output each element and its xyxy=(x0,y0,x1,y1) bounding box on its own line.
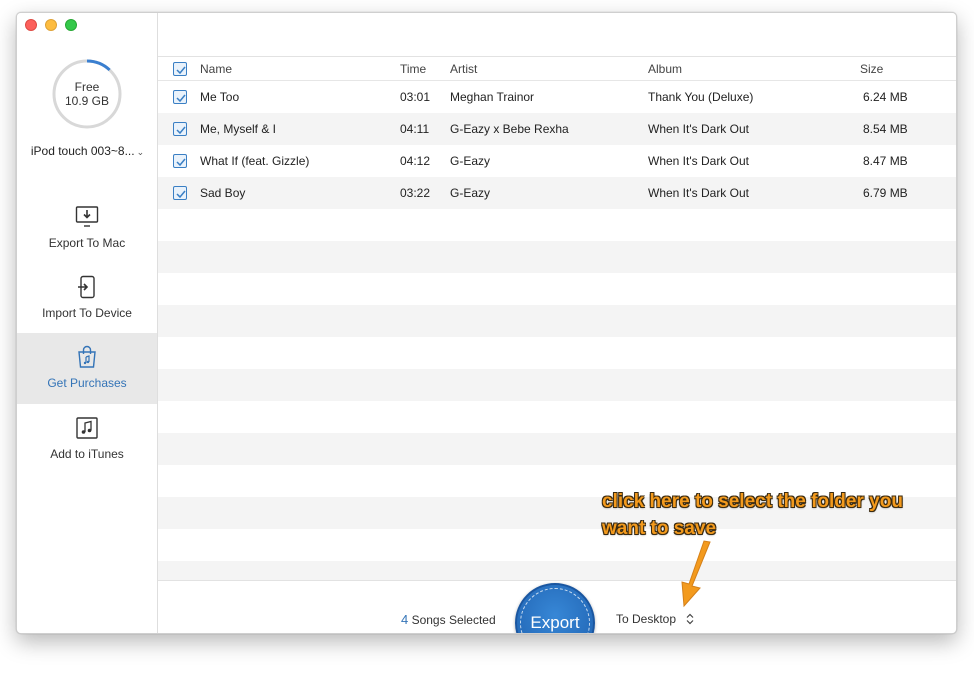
cell-album: Thank You (Deluxe) xyxy=(648,90,754,104)
cell-album: When It's Dark Out xyxy=(648,154,749,168)
cell-size: 8.54 MB xyxy=(863,122,908,136)
close-window-button[interactable] xyxy=(25,19,37,31)
nav-label: Export To Mac xyxy=(48,236,126,250)
checkmark-icon xyxy=(176,66,186,75)
table-row[interactable]: Sad Boy 03:22 G-Eazy When It's Dark Out 6.79… xyxy=(158,177,956,209)
window-controls xyxy=(25,19,77,31)
destination-selector[interactable]: To Desktop xyxy=(616,612,694,626)
cell-size: 8.47 MB xyxy=(863,154,908,168)
row-checkbox[interactable] xyxy=(173,81,189,113)
cell-size: 6.79 MB xyxy=(863,186,908,200)
cell-artist: Meghan Trainor xyxy=(450,90,535,104)
select-all-checkbox[interactable] xyxy=(173,57,189,81)
storage-capacity: 10.9 GB xyxy=(64,94,110,108)
empty-row xyxy=(158,433,956,465)
cell-time: 04:12 xyxy=(400,154,431,168)
cell-album: When It's Dark Out xyxy=(648,122,749,136)
sidebar: Free 10.9 GB iPod touch 003~8... ⌄ Export… xyxy=(17,13,158,633)
column-header-name[interactable]: Name xyxy=(200,57,232,81)
cell-time: 03:22 xyxy=(400,186,431,200)
instruction-callout: click here to select the folder you want… xyxy=(602,488,952,542)
storage-indicator: Free 10.9 GB xyxy=(52,59,122,129)
zoom-window-button[interactable] xyxy=(65,19,77,31)
monitor-download-icon xyxy=(75,206,99,227)
shopping-bag-icon xyxy=(78,345,96,368)
up-down-chevron-icon xyxy=(686,613,694,625)
cell-name: Sad Boy xyxy=(200,186,246,200)
top-toolbar xyxy=(158,13,956,57)
row-checkbox[interactable] xyxy=(173,145,189,177)
nav-label: Add to iTunes xyxy=(50,447,124,461)
table-row[interactable]: Me, Myself & I 04:11 G-Eazy x Bebe Rexha Wh… xyxy=(158,113,956,145)
nav-label: Get Purchases xyxy=(47,376,127,390)
cell-artist: G-Eazy xyxy=(450,186,491,200)
storage-free-label: Free xyxy=(74,80,100,94)
empty-row xyxy=(158,369,956,401)
export-button[interactable]: Export xyxy=(515,583,595,633)
device-name: iPod touch 003~8... xyxy=(30,144,135,158)
empty-row xyxy=(158,209,956,241)
column-header-artist[interactable]: Artist xyxy=(450,57,477,81)
nav-label: Import To Device xyxy=(42,306,132,320)
selected-label: Songs Selected xyxy=(411,613,496,627)
nav-export-to-mac[interactable]: Export To Mac xyxy=(17,193,157,264)
cell-size: 6.24 MB xyxy=(863,90,908,104)
callout-line-2: want to save xyxy=(602,518,717,539)
table-row[interactable]: Me Too 03:01 Meghan Trainor Thank You (Delu… xyxy=(158,81,956,113)
column-header-album[interactable]: Album xyxy=(648,57,682,81)
checkmark-icon xyxy=(176,190,186,199)
device-selector[interactable]: iPod touch 003~8... ⌄ xyxy=(17,144,158,158)
nav-add-to-itunes[interactable]: Add to iTunes xyxy=(17,404,157,475)
empty-row xyxy=(158,305,956,337)
callout-line-1: click here to select the folder you xyxy=(602,491,903,512)
selection-summary: 4 Songs Selected xyxy=(401,612,496,627)
empty-row xyxy=(158,273,956,305)
empty-row xyxy=(158,337,956,369)
cell-artist: G-Eazy x Bebe Rexha xyxy=(450,122,569,136)
selected-count: 4 xyxy=(401,612,409,627)
table-header: Name Time Artist Album Size xyxy=(158,57,956,81)
cell-time: 03:01 xyxy=(400,90,431,104)
cell-artist: G-Eazy xyxy=(450,154,491,168)
cell-name: What If (feat. Gizzle) xyxy=(200,154,310,168)
callout-arrow-icon xyxy=(681,540,711,608)
column-header-size[interactable]: Size xyxy=(860,57,883,81)
cell-album: When It's Dark Out xyxy=(648,186,749,200)
device-import-icon xyxy=(78,275,95,299)
checkmark-icon xyxy=(176,94,186,103)
cell-name: Me, Myself & I xyxy=(200,122,277,136)
empty-row xyxy=(158,401,956,433)
checkmark-icon xyxy=(176,158,186,167)
nav-get-purchases[interactable]: Get Purchases xyxy=(17,333,157,404)
chevron-down-icon: ⌄ xyxy=(136,147,145,157)
nav-import-to-device[interactable]: Import To Device xyxy=(17,263,157,334)
cell-time: 04:11 xyxy=(400,122,430,136)
destination-label: To Desktop xyxy=(616,612,677,626)
row-checkbox[interactable] xyxy=(173,113,189,145)
checkmark-icon xyxy=(176,126,186,135)
row-checkbox[interactable] xyxy=(173,177,189,209)
minimize-window-button[interactable] xyxy=(45,19,57,31)
column-header-time[interactable]: Time xyxy=(400,57,426,81)
music-note-icon xyxy=(76,417,98,439)
cell-name: Me Too xyxy=(200,90,240,104)
table-row[interactable]: What If (feat. Gizzle) 04:12 G-Eazy When It… xyxy=(158,145,956,177)
footer-bar: 4 Songs Selected Export To Desktop xyxy=(158,580,956,633)
empty-row xyxy=(158,241,956,273)
